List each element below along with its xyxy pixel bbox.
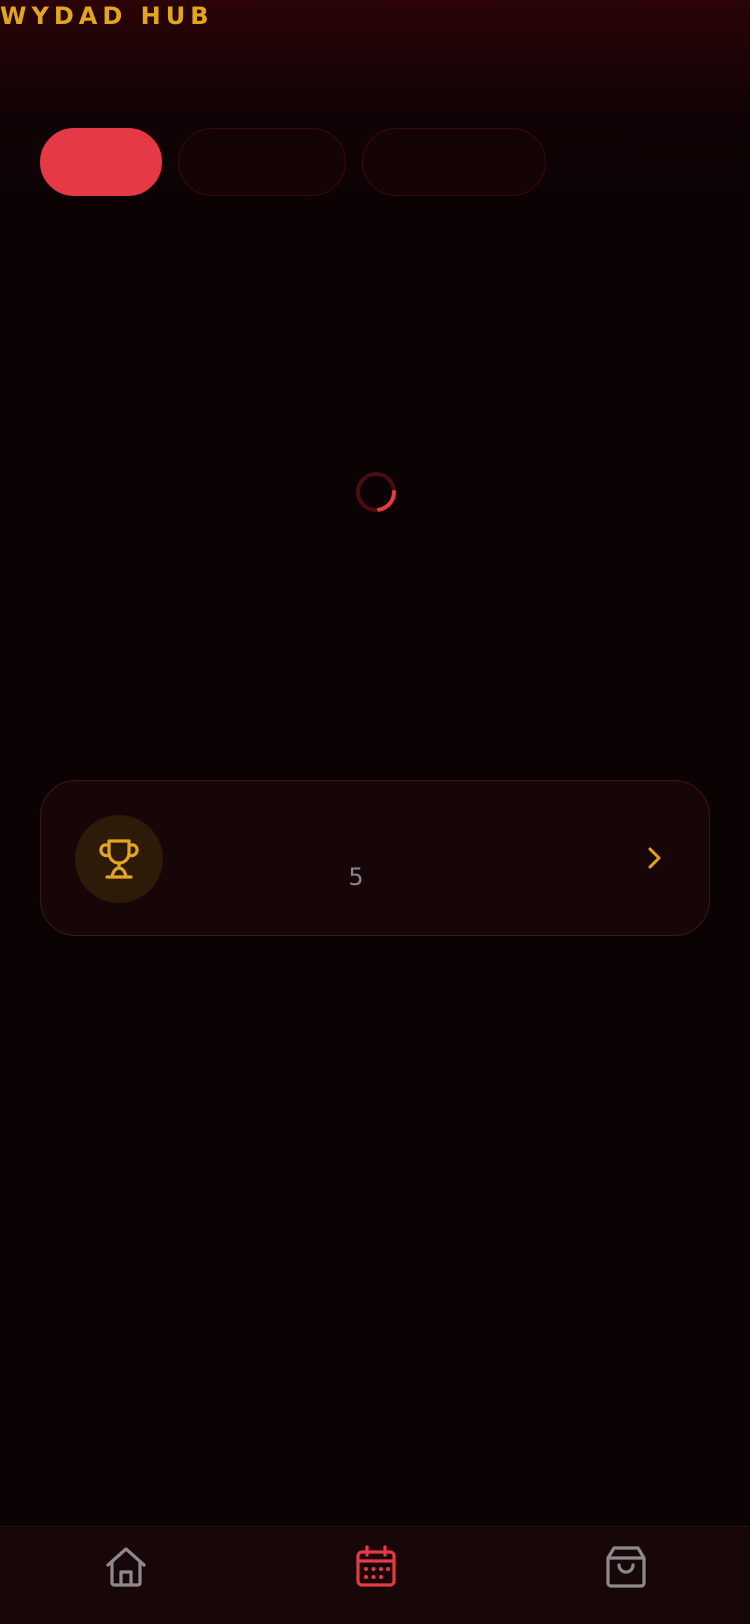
tab-second[interactable] xyxy=(178,128,346,196)
app-title: WYDAD HUB xyxy=(0,2,214,30)
screen: WYDAD HUB 5 xyxy=(0,0,750,1624)
shopping-bag-icon xyxy=(606,1546,646,1588)
nav-calendar[interactable] xyxy=(352,1543,400,1591)
home-icon xyxy=(106,1547,146,1587)
nav-shop[interactable] xyxy=(602,1543,650,1591)
bottom-nav xyxy=(0,1526,750,1624)
calendar-icon xyxy=(356,1545,396,1587)
loading-spinner xyxy=(356,472,396,512)
tab-third[interactable] xyxy=(362,128,546,196)
chevron-right-icon xyxy=(648,847,661,869)
trophy-count: 5 xyxy=(348,863,364,891)
nav-home[interactable] xyxy=(102,1543,150,1591)
trophies-card[interactable]: 5 xyxy=(40,780,710,936)
tab-first[interactable] xyxy=(40,128,162,196)
